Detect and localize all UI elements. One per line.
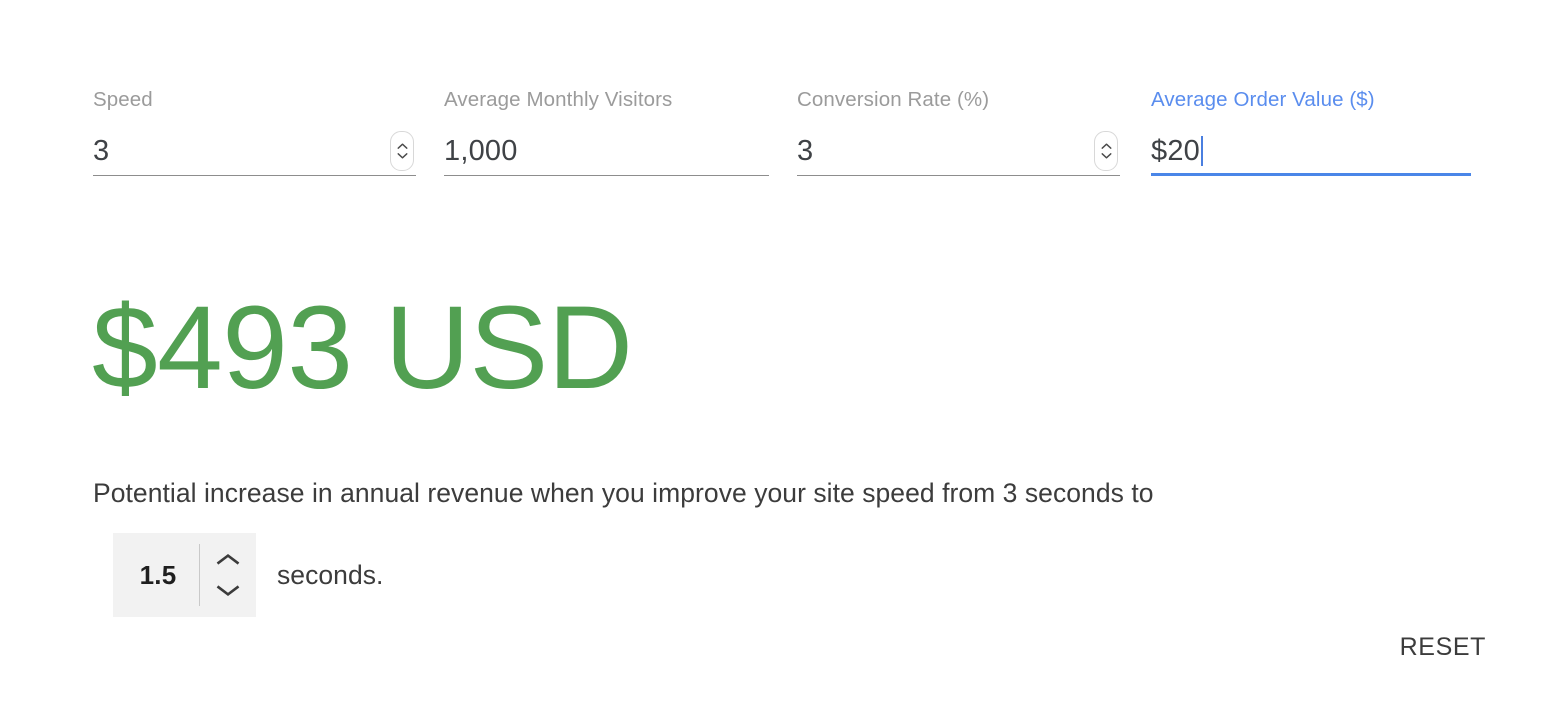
field-speed-underline xyxy=(93,175,416,176)
field-average-order-value-input[interactable]: $20 xyxy=(1151,134,1200,168)
field-average-order-value-label: Average Order Value ($) xyxy=(1151,88,1375,111)
field-average-order-value: Average Order Value ($) $20 xyxy=(1151,88,1471,188)
field-average-monthly-visitors-input[interactable]: 1,000 xyxy=(444,134,518,168)
field-conversion-rate-input[interactable]: 3 xyxy=(797,134,813,168)
speed-revenue-calculator: Speed 3 Average Monthly Visitors 1,000 C… xyxy=(0,0,1564,710)
chevron-down-icon[interactable] xyxy=(1101,151,1112,160)
field-average-order-value-input-wrap: $20 xyxy=(1151,126,1471,176)
seconds-stepper[interactable]: 1.5 xyxy=(113,533,256,617)
field-average-monthly-visitors-label: Average Monthly Visitors xyxy=(444,88,673,111)
field-speed-spinner[interactable] xyxy=(390,131,414,171)
text-cursor xyxy=(1201,136,1203,166)
field-speed: Speed 3 xyxy=(93,88,416,188)
field-average-monthly-visitors-underline xyxy=(444,175,769,176)
field-speed-input[interactable]: 3 xyxy=(93,134,109,168)
seconds-stepper-value[interactable]: 1.5 xyxy=(113,560,199,590)
field-speed-label: Speed xyxy=(93,88,153,111)
chevron-up-icon[interactable] xyxy=(397,142,408,151)
chevron-up-icon[interactable] xyxy=(1101,142,1112,151)
field-conversion-rate-input-wrap: 3 xyxy=(797,126,1120,176)
field-average-monthly-visitors-input-wrap: 1,000 xyxy=(444,126,769,176)
seconds-row: 1.5 seconds. xyxy=(113,533,383,617)
reset-button[interactable]: RESET xyxy=(1400,628,1486,666)
seconds-label: seconds. xyxy=(277,560,384,590)
chevron-down-icon[interactable] xyxy=(397,151,408,160)
field-conversion-rate-spinner[interactable] xyxy=(1094,131,1118,171)
result-amount: $493 USD xyxy=(92,282,633,414)
field-average-monthly-visitors: Average Monthly Visitors 1,000 xyxy=(444,88,769,188)
chevron-down-icon[interactable] xyxy=(216,584,240,597)
input-fields-row: Speed 3 Average Monthly Visitors 1,000 C… xyxy=(93,88,1473,188)
result-description: Potential increase in annual revenue whe… xyxy=(93,478,1154,508)
field-conversion-rate: Conversion Rate (%) 3 xyxy=(797,88,1120,188)
field-speed-input-wrap: 3 xyxy=(93,126,416,176)
field-conversion-rate-label: Conversion Rate (%) xyxy=(797,88,990,111)
seconds-stepper-arrows xyxy=(200,533,256,617)
chevron-up-icon[interactable] xyxy=(216,553,240,566)
field-average-order-value-underline xyxy=(1151,173,1471,176)
field-conversion-rate-underline xyxy=(797,175,1120,176)
